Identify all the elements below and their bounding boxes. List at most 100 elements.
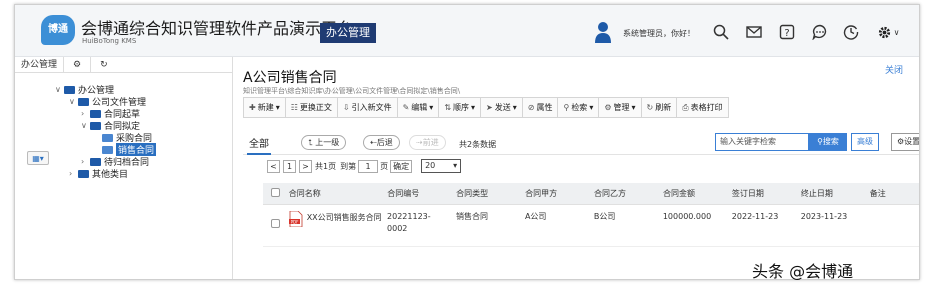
total-pages: 共1页 <box>315 161 337 171</box>
column-header[interactable]: 合同乙方 <box>594 188 663 199</box>
gear-icon[interactable]: ∨ <box>873 22 903 42</box>
module-tag[interactable]: 办公管理 <box>320 23 376 43</box>
tree-toggle-icon[interactable]: › <box>81 157 90 166</box>
app-window: 博通 会博通综合知识管理软件产品演示平台 HuiBoTong KMS 办公管理 … <box>14 4 920 280</box>
select-all-checkbox[interactable] <box>271 188 280 197</box>
goto-confirm-button[interactable]: 确定 <box>390 159 413 173</box>
page-title: A公司销售合同 <box>243 70 337 86</box>
tree-node-label: 其他类目 <box>92 170 129 180</box>
contract-name-cell[interactable]: PDF XX公司销售服务合同 <box>288 211 387 227</box>
toolbar-button[interactable]: ⚙ 管理 ▾ <box>599 98 642 117</box>
toolbar-button-label: 编辑 <box>411 103 428 112</box>
left-sidebar: 办公管理 ⚙ ↻ ∨ 办公管理 ∨ 公司文件管理 › 合同起草 ∨ 合同拟定 采购合同 销售合同 ›… <box>15 56 233 279</box>
toolbar-icon: ➤ <box>486 103 493 112</box>
prev-page-button[interactable]: < <box>267 159 280 173</box>
toolbar-icon: ⚲ <box>563 103 570 112</box>
toolbar-button-label: 检索 <box>571 103 588 112</box>
back-arrow-icon: ⇠ <box>370 138 377 147</box>
toolbar-button[interactable]: ↻ 刷新 <box>642 98 678 117</box>
toolbar-button[interactable]: ⚲ 检索 ▾ <box>558 98 600 117</box>
toolbar-button[interactable]: ✚ 新建 ▾ <box>244 98 286 117</box>
list-subbar: 全部 ⮤ 上一级 ⇠后退 ⇢前进 共2条数据 输入关键字检索 ⚲搜索 高级 ⚙设… <box>243 133 919 155</box>
advanced-search-button[interactable]: 高级 <box>851 133 879 151</box>
back-button[interactable]: ⇠后退 <box>363 135 400 150</box>
toolbar-icon: ⎙ <box>682 103 689 112</box>
next-page-button[interactable]: > <box>299 159 312 173</box>
toolbar: ✚ 新建 ▾ ☷ 更换正文 ⇩ 引入新文件 ✎ 编辑 ▾ ⇅ 顺序 ▾ ➤ 发送 ▾ ⊘ 属性 ⚲ 检索 ▾ ⚙ 管理 ▾ ↻ 刷… <box>243 97 729 118</box>
toolbar-button-label: 发送 <box>494 103 511 112</box>
column-header[interactable]: 合同名称 <box>289 188 387 199</box>
total-count: 共2条数据 <box>459 140 497 149</box>
logo: 博通 <box>41 15 75 45</box>
table-body: PDF XX公司销售服务合同 20221123-0002 销售合同 A公司 B公司 1000… <box>263 205 919 247</box>
breadcrumb: 知识管理平台\综合知识库\办公管理\公司文件管理\合同拟定\销售合同\ <box>243 87 461 95</box>
table-row[interactable]: PDF XX公司销售服务合同 20221123-0002 销售合同 A公司 B公司 1000… <box>263 205 919 247</box>
tree-toggle-icon[interactable]: › <box>69 169 78 178</box>
dropdown-caret-icon: ▾ <box>429 103 434 112</box>
goto-page-input[interactable]: 1 <box>358 159 379 173</box>
toolbar-icon: ⊘ <box>527 103 535 112</box>
toolbar-button[interactable]: ➤ 发送 ▾ <box>481 98 523 117</box>
forward-arrow-icon: ⇢ <box>416 138 423 147</box>
toolbar-button[interactable]: ⎙ 表格打印 <box>677 98 727 117</box>
column-header[interactable]: 合同编号 <box>387 188 456 199</box>
user-avatar-icon[interactable] <box>595 21 611 43</box>
top-header: 博通 会博通综合知识管理软件产品演示平台 HuiBoTong KMS 办公管理 … <box>15 5 919 57</box>
column-header[interactable]: 合同类型 <box>456 188 525 199</box>
toolbar-button-label: 管理 <box>613 103 630 112</box>
toolbar-icon: ⇅ <box>444 103 452 112</box>
toolbar-button-label: 刷新 <box>655 103 672 112</box>
close-link[interactable]: 关闭 <box>885 63 903 76</box>
watermark: 头条 @会博通 <box>752 262 854 281</box>
contract-name-link[interactable]: XX公司销售服务合同 <box>307 211 383 227</box>
forward-button[interactable]: ⇢前进 <box>409 135 446 150</box>
dropdown-caret-icon: ▾ <box>275 103 280 112</box>
sidebar-refresh-icon[interactable]: ↻ <box>91 57 117 73</box>
tab-all[interactable]: 全部 <box>247 135 271 155</box>
search-input[interactable]: 输入关键字检索 <box>715 133 809 151</box>
folder-icon <box>64 85 75 94</box>
toolbar-icon: ⇩ <box>342 103 350 112</box>
pager: < 1 > 共1页 到第 1 页 确定 20 ▾ <box>267 159 462 173</box>
up-arrow-icon: ⮤ <box>308 138 313 147</box>
toolbar-button[interactable]: ⊘ 属性 <box>523 98 559 117</box>
goto-label: 到第 <box>340 161 357 171</box>
sidebar-settings-icon[interactable]: ⚙ <box>64 56 92 73</box>
column-header[interactable]: 合同甲方 <box>525 188 594 199</box>
tree-toggle-icon[interactable]: ∨ <box>69 97 78 106</box>
toolbar-button[interactable]: ⇩ 引入新文件 <box>338 98 398 117</box>
search-button[interactable]: ⚲搜索 <box>809 133 847 151</box>
tree-toggle-icon[interactable]: ∨ <box>55 85 64 94</box>
column-header[interactable]: 合同金额 <box>663 188 732 199</box>
table-cell: B公司 <box>593 212 616 221</box>
tree-toggle-icon[interactable]: ∨ <box>81 121 90 130</box>
tree-node[interactable]: › 其他类目 <box>69 167 128 180</box>
view-toggle-button[interactable]: ▦▾ <box>27 151 49 165</box>
toolbar-button-label: 新建 <box>257 103 274 112</box>
tree-toggle-icon[interactable]: › <box>81 109 90 118</box>
sidebar-tab-office[interactable]: 办公管理 <box>15 56 65 73</box>
chat-icon[interactable] <box>810 22 830 42</box>
search-icon[interactable] <box>711 22 731 42</box>
toolbar-button[interactable]: ✎ 编辑 ▾ <box>398 98 440 117</box>
column-header[interactable]: 签订日期 <box>732 188 801 199</box>
settings-button[interactable]: ⚙设置 <box>891 133 919 151</box>
current-page[interactable]: 1 <box>283 159 296 173</box>
mail-icon[interactable] <box>744 22 764 42</box>
up-level-button[interactable]: ⮤ 上一级 <box>301 135 347 150</box>
page-size-select[interactable]: 20 ▾ <box>421 159 462 173</box>
folder-icon <box>102 145 113 154</box>
help-icon[interactable]: ? <box>777 22 797 42</box>
chevron-down-icon: ∨ <box>893 27 900 37</box>
folder-icon <box>90 109 101 118</box>
row-select-cell <box>263 211 289 230</box>
column-header[interactable]: 备注 <box>870 188 919 199</box>
row-checkbox[interactable] <box>271 219 280 228</box>
clock-icon[interactable] <box>841 22 861 42</box>
toolbar-icon: ↻ <box>646 103 654 112</box>
chevron-down-icon: ▾ <box>453 161 458 170</box>
column-header[interactable]: 终止日期 <box>801 188 870 199</box>
folder-icon <box>90 157 101 166</box>
toolbar-button[interactable]: ⇅ 顺序 ▾ <box>439 98 482 117</box>
toolbar-button[interactable]: ☷ 更换正文 <box>286 98 338 117</box>
